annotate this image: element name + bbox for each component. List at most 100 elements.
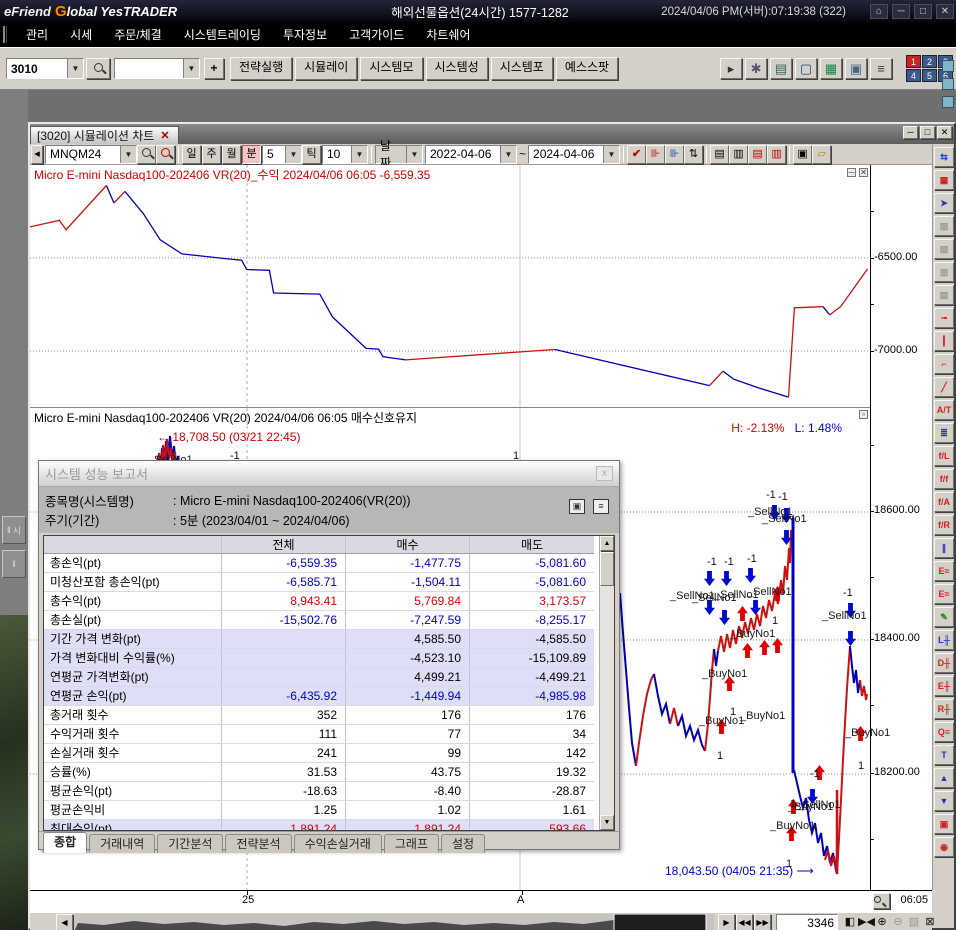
- dialog-tab-종합[interactable]: 종합: [43, 832, 87, 853]
- table-row[interactable]: 총손실(pt)-15,502.76-7,247.59-8,255.17: [44, 611, 594, 630]
- quick-cell-5[interactable]: 5: [922, 69, 937, 82]
- parallel-lines-icon[interactable]: ∥: [934, 538, 954, 558]
- scroll-left-icon[interactable]: ◂: [31, 145, 43, 164]
- table-row[interactable]: 평균손익비1.251.021.61: [44, 801, 594, 820]
- report-save-icon[interactable]: ▣: [569, 499, 585, 514]
- hand-icon[interactable]: ▧: [934, 239, 954, 259]
- levels-icon[interactable]: ≣: [934, 423, 954, 443]
- date-from-combo[interactable]: 2022-04-06▼: [425, 145, 517, 164]
- period-button-주[interactable]: 주: [202, 145, 221, 164]
- dialog-tab-설정[interactable]: 설정: [441, 834, 485, 853]
- table-row[interactable]: 최대수익(pt)1,891.241,891.24593.66: [44, 820, 594, 831]
- printer-icon[interactable]: ≡: [870, 58, 892, 79]
- screen-code-combo[interactable]: 3010▼: [6, 58, 84, 79]
- strategy-button-0[interactable]: 전략실행: [230, 57, 292, 80]
- column-header[interactable]: 매도: [470, 536, 594, 553]
- dialog-tab-그래프[interactable]: 그래프: [384, 834, 439, 853]
- pencil-icon[interactable]: ✎: [934, 607, 954, 627]
- overflow-chevron-icon[interactable]: ▸: [720, 58, 742, 79]
- table-row[interactable]: 미청산포함 총손익(pt)-6,585.71-1,504.11-5,081.60: [44, 573, 594, 592]
- text-icon[interactable]: T: [934, 745, 954, 765]
- menu-item-0[interactable]: 관리: [15, 23, 59, 46]
- table-row[interactable]: 연평균 가격변화(pt)4,499.21-4,499.21: [44, 668, 594, 687]
- histogram-icon[interactable]: ⊪: [646, 145, 665, 164]
- nav-left-icon[interactable]: ◀: [56, 914, 73, 930]
- camera-icon[interactable]: ▣: [845, 58, 867, 79]
- e-signal-icon[interactable]: E╫: [934, 676, 954, 696]
- period-button-월[interactable]: 월: [222, 145, 241, 164]
- doc-r1-icon[interactable]: ▤: [748, 145, 767, 164]
- pane-collapse-icon[interactable]: ─: [847, 168, 856, 177]
- scrollbar-thumb[interactable]: [600, 552, 614, 586]
- date-to-combo[interactable]: 2024-04-06▼: [528, 145, 620, 164]
- target-marker-icon[interactable]: ◉: [934, 837, 954, 857]
- time-axis[interactable]: 06:05 25A: [30, 890, 932, 912]
- search-button[interactable]: [86, 58, 110, 79]
- refresh-icon[interactable]: ⇆: [934, 147, 954, 167]
- menu-item-2[interactable]: 주문/체결: [103, 23, 173, 46]
- tick-count-combo[interactable]: 10▼: [322, 145, 368, 164]
- dialog-titlebar[interactable]: 시스템 성능 보고서 x: [39, 461, 619, 487]
- pattern-grid-icon[interactable]: ▦: [934, 170, 954, 190]
- step-line-icon[interactable]: ⌐: [934, 354, 954, 374]
- equity-pane[interactable]: Micro E-mini Nasdaq100-202406 VR(20)_수익 …: [30, 165, 870, 407]
- trend-line-icon[interactable]: ╱: [934, 377, 954, 397]
- strategy-button-1[interactable]: 시뮬레이: [295, 57, 357, 80]
- strategy-button-4[interactable]: 시스템포: [491, 57, 553, 80]
- nav-split-icon[interactable]: ◧: [842, 915, 858, 930]
- nav-zoom-in-icon[interactable]: ⊕: [874, 915, 890, 930]
- notes-icon[interactable]: ▤: [770, 58, 792, 79]
- minute-combo[interactable]: 5▼: [262, 145, 302, 164]
- period-button-일[interactable]: 일: [182, 145, 201, 164]
- strategy-button-3[interactable]: 시스템성: [426, 57, 488, 80]
- bar-count-input[interactable]: [776, 914, 838, 930]
- palette-grid-icon[interactable]: ▦: [820, 58, 842, 79]
- vline-tool-icon[interactable]: ┃: [934, 331, 954, 351]
- fib-fan-icon[interactable]: f/f: [934, 469, 954, 489]
- table-scrollbar[interactable]: ▲ ▼: [599, 536, 614, 830]
- table-row[interactable]: 승률(%)31.5343.7519.32: [44, 763, 594, 782]
- column-header[interactable]: [44, 536, 222, 553]
- doc-r2-icon[interactable]: ▥: [767, 145, 786, 164]
- menu-item-4[interactable]: 투자정보: [272, 23, 338, 46]
- r-signal-icon[interactable]: R╫: [934, 699, 954, 719]
- quick-cell-2[interactable]: 2: [922, 55, 937, 68]
- zoom-area-icon[interactable]: ▥: [934, 262, 954, 282]
- menu-item-3[interactable]: 시스템트레이딩: [173, 23, 272, 46]
- gear-icon[interactable]: ✱: [745, 58, 767, 79]
- nav-step-icon[interactable]: ▶: [718, 914, 735, 930]
- low-high-icon[interactable]: L╫: [934, 630, 954, 650]
- monitor-icon[interactable]: ▢: [795, 58, 817, 79]
- quick-cell-4[interactable]: 4: [906, 69, 921, 82]
- maximize-button[interactable]: □: [914, 4, 932, 19]
- table-row[interactable]: 평균손익(pt)-18.63-8.40-28.87: [44, 782, 594, 801]
- table-row[interactable]: 손실거래 횟수24199142: [44, 744, 594, 763]
- axis-zoom-button[interactable]: [873, 893, 890, 909]
- dialog-tab-전략분석[interactable]: 전략분석: [225, 834, 291, 853]
- quote-list-icon[interactable]: Q≡: [934, 722, 954, 742]
- arrow-down-marker-icon[interactable]: ▼: [934, 791, 954, 811]
- column-header[interactable]: 전체: [222, 536, 346, 553]
- chart-tab-close-icon[interactable]: ✕: [160, 129, 169, 142]
- crosshair-icon[interactable]: ▨: [934, 216, 954, 236]
- elliott-wave-icon[interactable]: E≈: [934, 561, 954, 581]
- fib-arc-icon[interactable]: f/A: [934, 492, 954, 512]
- chart-minimize-button[interactable]: ─: [903, 126, 918, 139]
- symbol-combo[interactable]: MNQM24▼: [45, 145, 137, 164]
- elliott-wave2-icon[interactable]: E≈: [934, 584, 954, 604]
- dialog-tab-기간분석[interactable]: 기간분석: [157, 834, 223, 853]
- table-row[interactable]: 총수익(pt)8,943.415,769.843,173.57: [44, 592, 594, 611]
- account-combo[interactable]: ▼: [114, 58, 200, 79]
- column-header[interactable]: 매수: [346, 536, 470, 553]
- hline-tool-icon[interactable]: ╼: [934, 308, 954, 328]
- d-signal-icon[interactable]: D╫: [934, 653, 954, 673]
- doc-camera-icon[interactable]: ▥: [729, 145, 748, 164]
- dock-tab-2[interactable]: ‖: [2, 550, 26, 578]
- price-axis[interactable]: -6500.00-7000.0018600.0018400.0018200.00: [870, 165, 932, 890]
- pane-restore-icon[interactable]: ▫: [859, 410, 868, 419]
- add-button[interactable]: +: [204, 58, 224, 79]
- table-row[interactable]: 수익거래 횟수1117734: [44, 725, 594, 744]
- dock-tab-quote[interactable]: ‖시: [2, 516, 26, 544]
- symbol-search-button[interactable]: [137, 145, 156, 164]
- chart-window-tab[interactable]: [3020] 시뮬레이션 차트 ✕: [30, 126, 179, 144]
